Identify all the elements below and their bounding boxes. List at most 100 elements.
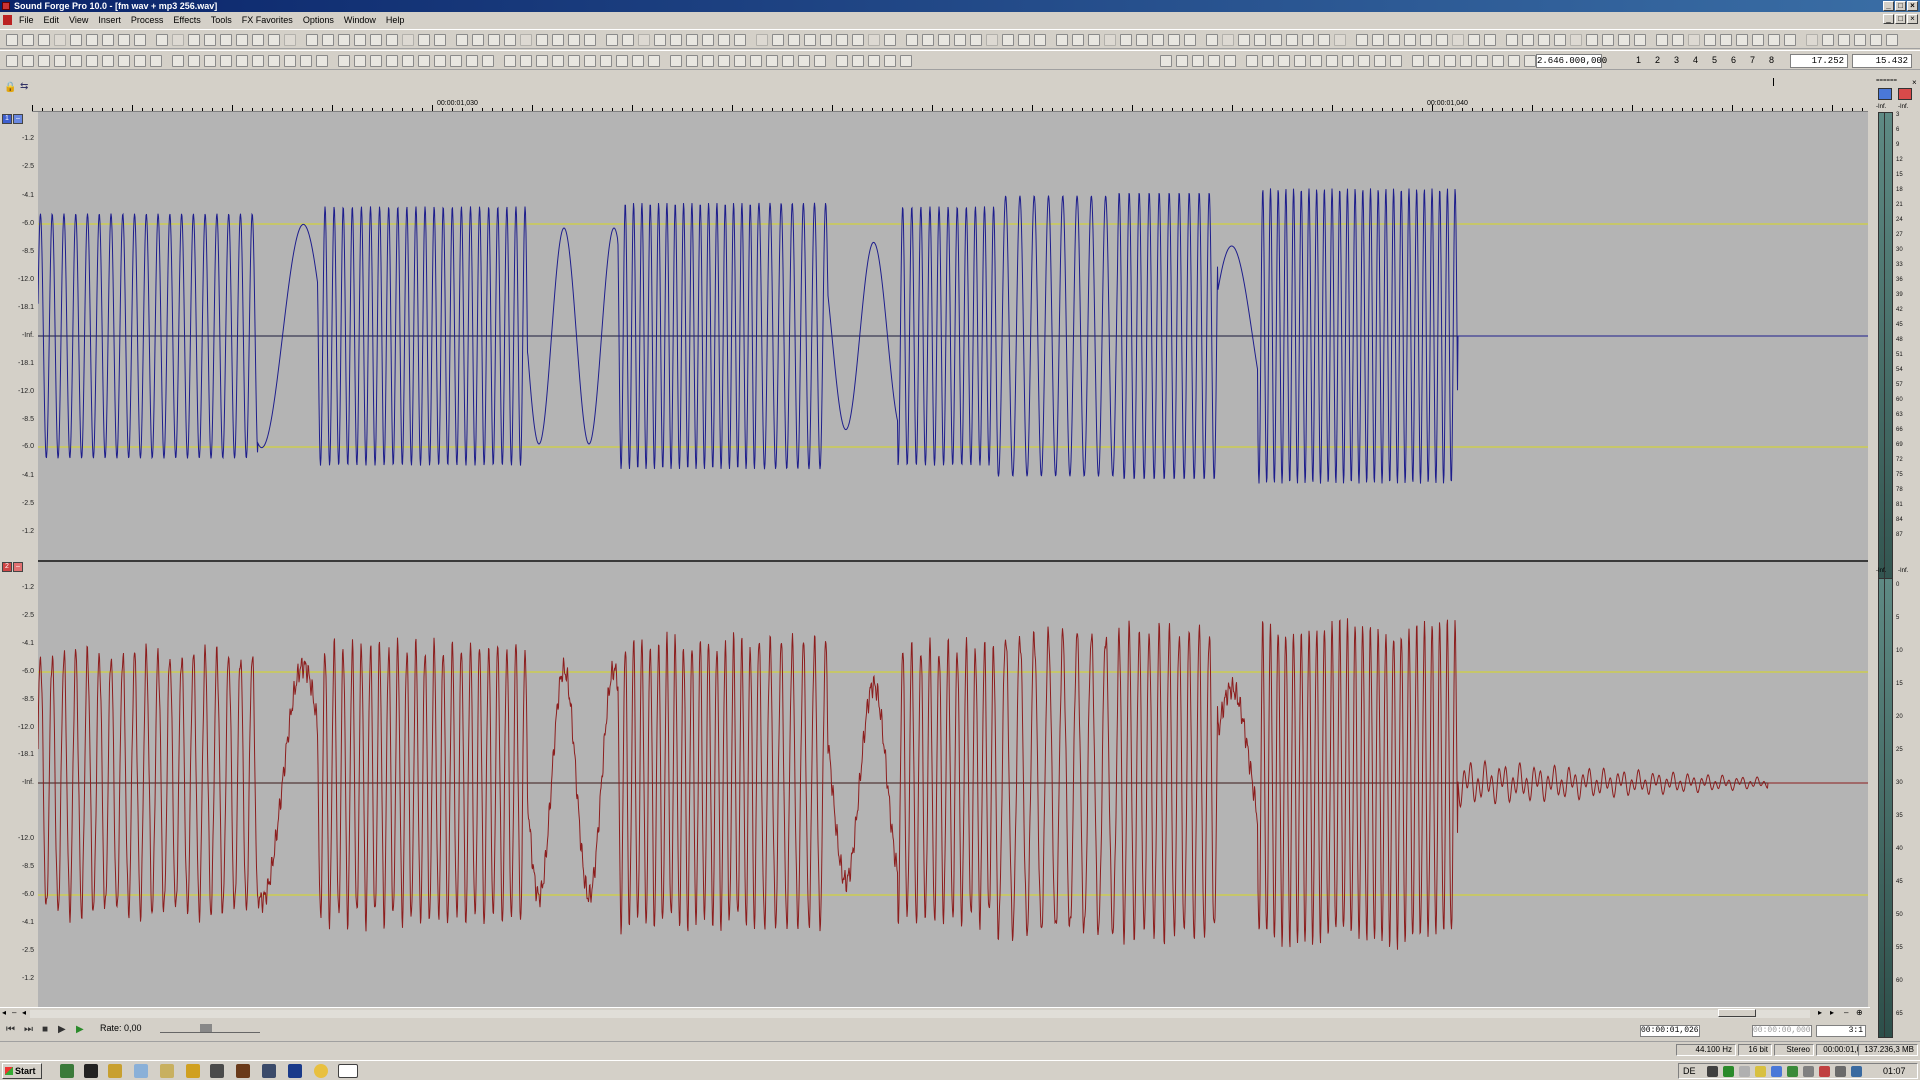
toolbar-icon[interactable] <box>718 34 730 46</box>
toolbar-icon[interactable] <box>1104 34 1116 46</box>
toolbar-icon[interactable] <box>954 34 966 46</box>
toolbar-icon[interactable] <box>970 34 982 46</box>
quicklaunch-console-icon[interactable] <box>84 1064 98 1078</box>
toolbar-icon[interactable] <box>1704 34 1716 46</box>
toolbar-icon[interactable] <box>86 34 98 46</box>
transport-toolbar-icon[interactable] <box>450 55 462 67</box>
transport-toolbar-icon[interactable] <box>734 55 746 67</box>
transport-toolbar-icon[interactable] <box>600 55 612 67</box>
transport-toolbar-icon[interactable] <box>386 55 398 67</box>
meter-ch1-button[interactable] <box>1878 88 1892 100</box>
scroll-track[interactable] <box>30 1010 1810 1018</box>
meter-close-icon[interactable]: × <box>1912 78 1917 87</box>
toolbar-icon[interactable] <box>552 34 564 46</box>
start-button[interactable]: Start <box>2 1063 42 1079</box>
toolbar-icon[interactable] <box>370 34 382 46</box>
transport-toolbar-icon[interactable] <box>782 55 794 67</box>
toolbar-icon[interactable] <box>434 34 446 46</box>
toolbar-icon[interactable] <box>1136 34 1148 46</box>
transport-toolbar-icon[interactable] <box>1412 55 1424 67</box>
transport-toolbar-icon[interactable] <box>798 55 810 67</box>
toolbar-icon[interactable] <box>772 34 784 46</box>
toolbar-icon[interactable] <box>868 34 880 46</box>
toolbar-icon[interactable] <box>1018 34 1030 46</box>
toolbar-icon[interactable] <box>1656 34 1668 46</box>
toolbar-icon[interactable] <box>702 34 714 46</box>
toolbar-icon[interactable] <box>938 34 950 46</box>
close-button[interactable]: × <box>1907 1 1918 11</box>
tray-gear-icon[interactable] <box>1803 1066 1814 1077</box>
toolbar-icon[interactable] <box>22 34 34 46</box>
toolbar-icon[interactable] <box>172 34 184 46</box>
toolbar-icon[interactable] <box>188 34 200 46</box>
menu-process[interactable]: Process <box>126 12 169 28</box>
toolbar-icon[interactable] <box>654 34 666 46</box>
transport-toolbar-icon[interactable] <box>316 55 328 67</box>
transport-toolbar-icon[interactable] <box>552 55 564 67</box>
toolbar-icon[interactable] <box>1870 34 1882 46</box>
quicklaunch-doc-icon[interactable] <box>134 1064 148 1078</box>
transport-toolbar-icon[interactable] <box>1176 55 1188 67</box>
selection-display-field[interactable]: 00:00:00,000 <box>1752 1025 1812 1037</box>
toolbar-icon[interactable] <box>488 34 500 46</box>
toolbar-icon[interactable] <box>1554 34 1566 46</box>
transport-toolbar-icon[interactable] <box>252 55 264 67</box>
transport-toolbar-icon[interactable] <box>884 55 896 67</box>
taskbar-soundforge-button[interactable] <box>338 1064 358 1078</box>
toolbar-icon[interactable] <box>456 34 468 46</box>
menu-tools[interactable]: Tools <box>206 12 237 28</box>
toolbar-icon[interactable] <box>1854 34 1866 46</box>
transport-toolbar-icon[interactable] <box>504 55 516 67</box>
transport-toolbar-icon[interactable] <box>1508 55 1520 67</box>
doc-close-button[interactable]: × <box>1907 14 1918 24</box>
quicklaunch-desktop-icon[interactable] <box>60 1064 74 1078</box>
toolbar-icon[interactable] <box>1286 34 1298 46</box>
toolbar-icon[interactable] <box>1152 34 1164 46</box>
menu-insert[interactable]: Insert <box>93 12 126 28</box>
scroll-thumb[interactable] <box>1718 1009 1756 1017</box>
toolbar-icon[interactable] <box>1404 34 1416 46</box>
toolbar-icon[interactable] <box>6 34 18 46</box>
transport-toolbar-icon[interactable] <box>172 55 184 67</box>
transport-toolbar-icon[interactable] <box>22 55 34 67</box>
position-field[interactable]: 2.646.000,000 <box>1536 54 1607 68</box>
toolbar-icon[interactable] <box>1618 34 1630 46</box>
toolbar-icon[interactable] <box>1318 34 1330 46</box>
transport-toolbar-icon[interactable] <box>1224 55 1236 67</box>
toolbar-icon[interactable] <box>1768 34 1780 46</box>
toolbar-icon[interactable] <box>220 34 232 46</box>
transport-toolbar-icon[interactable] <box>220 55 232 67</box>
transport-toolbar-icon[interactable] <box>70 55 82 67</box>
toolbar-icon[interactable] <box>306 34 318 46</box>
channel-divider[interactable] <box>38 560 1868 562</box>
transport-toolbar-icon[interactable] <box>868 55 880 67</box>
maximize-button[interactable]: □ <box>1895 1 1906 11</box>
transport-toolbar-icon[interactable] <box>1390 55 1402 67</box>
channel-select-3[interactable]: 3 <box>1674 55 1679 65</box>
toolbar-icon[interactable] <box>756 34 768 46</box>
toolbar-icon[interactable] <box>134 34 146 46</box>
toolbar-icon[interactable] <box>1886 34 1898 46</box>
transport-toolbar-icon[interactable] <box>616 55 628 67</box>
menu-file[interactable]: File <box>14 12 39 28</box>
toolbar-icon[interactable] <box>820 34 832 46</box>
menu-view[interactable]: View <box>64 12 93 28</box>
toolbar-icon[interactable] <box>1088 34 1100 46</box>
toolbar-icon[interactable] <box>118 34 130 46</box>
transport-toolbar-icon[interactable] <box>632 55 644 67</box>
toolbar-icon[interactable] <box>906 34 918 46</box>
toolbar-icon[interactable] <box>986 34 998 46</box>
transport-toolbar-icon[interactable] <box>1460 55 1472 67</box>
transport-toolbar-icon[interactable] <box>1278 55 1290 67</box>
transport-toolbar-icon[interactable] <box>1342 55 1354 67</box>
quicklaunch-tool-icon[interactable] <box>160 1064 174 1078</box>
transport-toolbar-icon[interactable] <box>466 55 478 67</box>
toolbar-icon[interactable] <box>1222 34 1234 46</box>
toolbar-icon[interactable] <box>1522 34 1534 46</box>
transport-toolbar-icon[interactable] <box>118 55 130 67</box>
toolbar-icon[interactable] <box>1372 34 1384 46</box>
tray-shield-icon[interactable] <box>1707 1066 1718 1077</box>
toolbar-icon[interactable] <box>1570 34 1582 46</box>
selection-length-field[interactable]: 15.432 <box>1852 54 1912 68</box>
horizontal-scrollbar[interactable]: ◂ – ◂ ▸ ▸ – ⊕ <box>0 1007 1870 1019</box>
